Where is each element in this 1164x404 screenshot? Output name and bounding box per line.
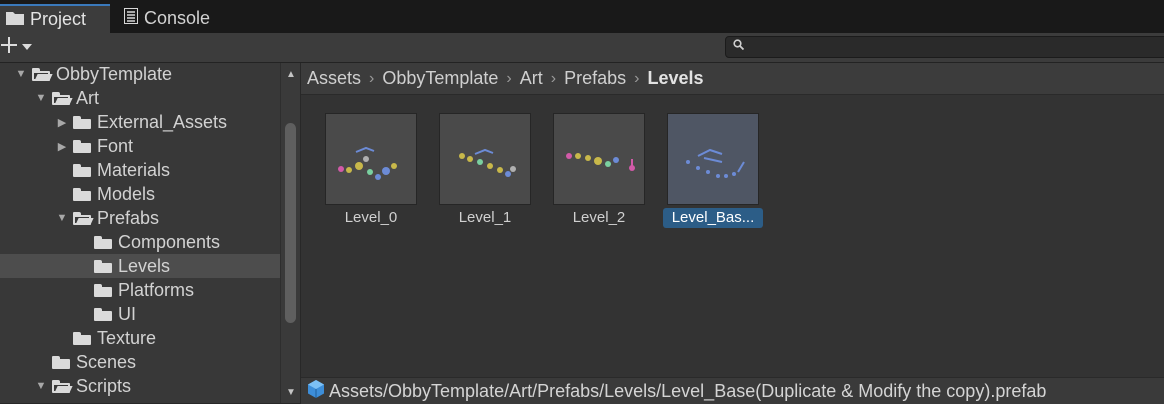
- expand-arrow-down-icon[interactable]: ▼: [55, 212, 69, 224]
- tree-item-models[interactable]: Models: [0, 182, 280, 206]
- tab-project[interactable]: Project: [0, 4, 110, 33]
- tree-item-label: Components: [118, 231, 221, 252]
- folder-icon: [94, 307, 112, 321]
- tree-item-obbytemplate[interactable]: ▼ ObbyTemplate: [0, 63, 280, 86]
- tab-console[interactable]: Console: [118, 4, 238, 33]
- breadcrumb-current[interactable]: Levels: [647, 68, 703, 89]
- scroll-up-icon[interactable]: ▲: [286, 69, 296, 80]
- tab-console-label: Console: [144, 8, 211, 28]
- folder-open-icon: [73, 211, 94, 225]
- tree-item-label: Platforms: [118, 279, 195, 300]
- folder-icon: [73, 187, 91, 201]
- tree-item-prefabs[interactable]: ▼ Prefabs: [0, 206, 280, 230]
- asset-browser: Assets › ObbyTemplate › Art › Prefabs › …: [301, 63, 1164, 404]
- folder-icon: [73, 139, 91, 153]
- folder-open-icon: [52, 379, 73, 393]
- folder-icon: [73, 115, 91, 129]
- folder-open-icon: [32, 67, 53, 81]
- asset-label: Level_0: [344, 209, 398, 226]
- prefab-thumbnail: [439, 113, 531, 205]
- tree-item-art[interactable]: ▼ Art: [0, 86, 280, 110]
- folder-tree: ▼ ObbyTemplate ▼ Art ▶ External_Assets ▶ Font Ma…: [0, 63, 300, 403]
- tree-item-components[interactable]: Components: [0, 230, 280, 254]
- chevron-down-icon: [22, 38, 32, 56]
- search-input[interactable]: [750, 37, 1154, 59]
- expand-arrow-down-icon[interactable]: ▼: [34, 92, 48, 104]
- asset-grid: Level_0 Level_1 Level_2 Level_Bas...: [301, 95, 1164, 375]
- asset-label: Level_Bas...: [663, 208, 763, 228]
- breadcrumb-separator-icon: ›: [506, 69, 512, 87]
- tree-item-levels[interactable]: Levels: [0, 254, 280, 278]
- folder-icon: [73, 331, 91, 345]
- folder-icon: [94, 283, 112, 297]
- tree-item-label: Models: [97, 183, 156, 204]
- tree-item-materials[interactable]: Materials: [0, 158, 280, 182]
- expand-arrow-right-icon[interactable]: ▶: [55, 140, 69, 153]
- scrollbar-thumb[interactable]: [285, 123, 296, 323]
- console-icon: [124, 8, 138, 29]
- folder-icon: [52, 355, 70, 369]
- prefab-thumbnail: [325, 113, 417, 205]
- selected-asset-path: Assets/ObbyTemplate/Art/Prefabs/Levels/L…: [329, 380, 1047, 401]
- breadcrumb-separator-icon: ›: [369, 69, 375, 87]
- folder-icon: [94, 235, 112, 249]
- breadcrumb-item[interactable]: Art: [520, 68, 543, 89]
- expand-arrow-down-icon[interactable]: ▼: [34, 380, 48, 392]
- expand-arrow-right-icon[interactable]: ▶: [55, 116, 69, 129]
- asset-label: Level_1: [458, 209, 512, 226]
- prefab-thumbnail: [553, 113, 645, 205]
- tree-item-label: Texture: [97, 327, 157, 348]
- tree-item-label: Levels: [118, 255, 171, 276]
- search-icon: [733, 39, 745, 53]
- folder-icon: [94, 259, 112, 273]
- tree-item-label: Art: [76, 87, 100, 108]
- prefab-cube-icon: [306, 379, 326, 404]
- tree-item-font[interactable]: ▶ Font: [0, 134, 280, 158]
- tree-item-label: Scenes: [76, 351, 137, 372]
- tree-item-external-assets[interactable]: ▶ External_Assets: [0, 110, 280, 134]
- folder-open-icon: [52, 91, 73, 105]
- toolbar: [0, 33, 1164, 63]
- tree-item-platforms[interactable]: Platforms: [0, 278, 280, 302]
- tree-item-texture[interactable]: Texture: [0, 326, 280, 350]
- tree-item-ui[interactable]: UI: [0, 302, 280, 326]
- tab-project-label: Project: [30, 9, 87, 29]
- search-box[interactable]: [725, 36, 1164, 59]
- tree-item-label: Font: [97, 135, 134, 156]
- breadcrumb: Assets › ObbyTemplate › Art › Prefabs › …: [301, 63, 1164, 95]
- tree-item-label: ObbyTemplate: [56, 63, 173, 84]
- asset-label: Level_2: [572, 209, 626, 226]
- folder-icon: [6, 9, 24, 30]
- tree-item-scenes[interactable]: Scenes: [0, 350, 280, 374]
- tree-item-label: Prefabs: [97, 207, 160, 228]
- status-bar: Assets/ObbyTemplate/Art/Prefabs/Levels/L…: [301, 377, 1164, 404]
- tree-item-label: UI: [118, 303, 136, 324]
- tree-item-label: Scripts: [76, 375, 132, 396]
- tab-bar: Project Console: [0, 0, 1164, 33]
- tree-item-scripts[interactable]: ▼ Scripts: [0, 374, 280, 398]
- breadcrumb-item[interactable]: ObbyTemplate: [382, 68, 498, 89]
- breadcrumb-item[interactable]: Prefabs: [564, 68, 626, 89]
- tree-item-label: Materials: [97, 159, 171, 180]
- folder-icon: [73, 163, 91, 177]
- breadcrumb-separator-icon: ›: [634, 69, 640, 87]
- prefab-thumbnail: [667, 113, 759, 205]
- add-button[interactable]: [0, 35, 40, 59]
- plus-icon: [0, 36, 18, 59]
- scroll-down-icon[interactable]: ▼: [286, 387, 296, 398]
- expand-arrow-down-icon[interactable]: ▼: [14, 68, 28, 80]
- tree-item-label: External_Assets: [97, 111, 228, 132]
- tree-scrollbar[interactable]: ▲ ▼: [280, 63, 300, 403]
- breadcrumb-separator-icon: ›: [550, 69, 557, 87]
- breadcrumb-item[interactable]: Assets: [307, 68, 361, 89]
